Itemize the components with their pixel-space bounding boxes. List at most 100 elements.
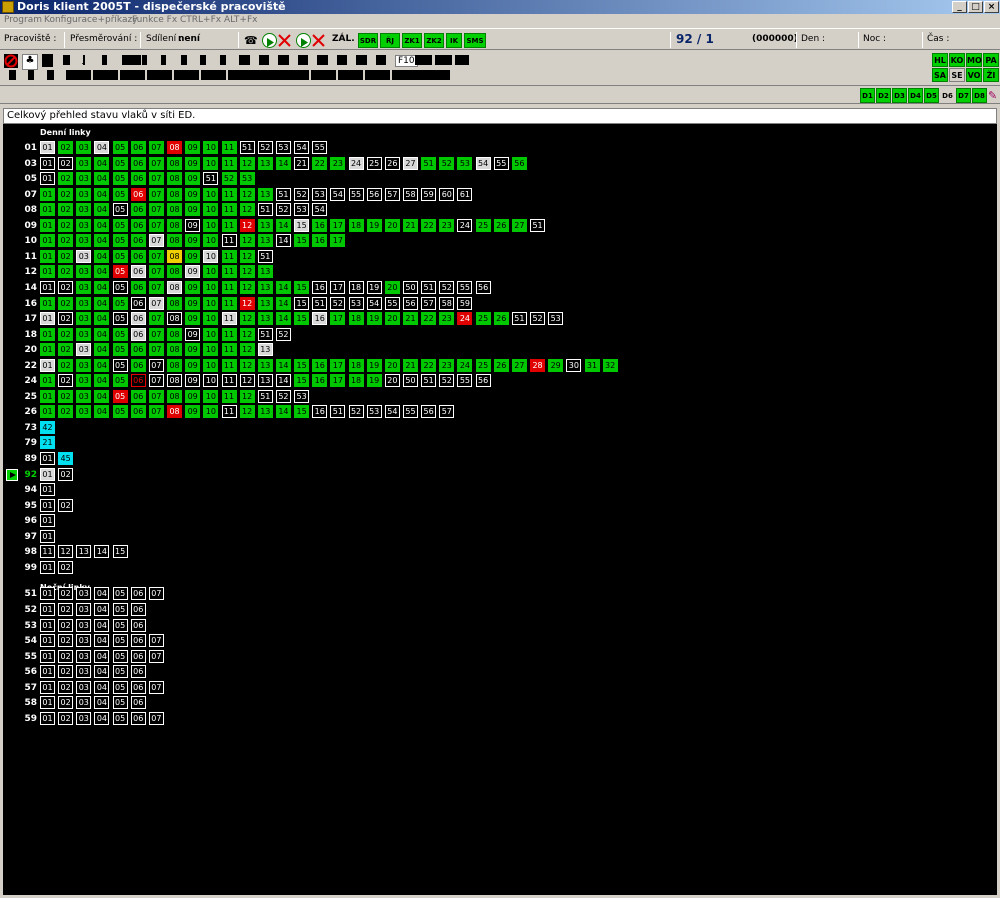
train-cell[interactable]: 58 (439, 296, 455, 310)
train-cell[interactable]: 02 (58, 618, 74, 632)
train-cell[interactable]: 05 (112, 327, 128, 341)
train-cell[interactable]: 45 (58, 452, 74, 465)
fkey-c-f7[interactable]: C+F7 (147, 70, 172, 80)
train-cell[interactable]: 14 (275, 234, 291, 248)
fkey-a-f8[interactable]: A+F8 (338, 70, 363, 80)
train-cell[interactable]: 05 (112, 374, 128, 388)
train-cell[interactable]: 05 (112, 665, 128, 679)
train-cell[interactable]: 12 (239, 389, 255, 403)
train-cell[interactable]: 05 (112, 265, 128, 279)
train-cell[interactable]: 52 (257, 141, 273, 154)
fkey-c[interactable]: C (28, 70, 35, 80)
phone-icon[interactable]: ☎ (244, 33, 259, 48)
train-cell[interactable]: 06 (130, 634, 146, 648)
train-cell[interactable]: 26 (493, 218, 509, 232)
train-cell[interactable]: 17 (330, 312, 346, 326)
train-cell[interactable]: 04 (94, 265, 110, 279)
train-cell[interactable]: 01 (40, 602, 55, 616)
train-cell[interactable]: 05 (112, 280, 128, 294)
train-cell[interactable]: 51 (421, 374, 437, 388)
cancel-call-2-icon[interactable] (311, 33, 326, 48)
train-cell[interactable]: 10 (203, 141, 219, 154)
train-cell[interactable]: 51 (312, 296, 328, 310)
train-cell[interactable]: 22 (421, 358, 437, 372)
train-cell[interactable]: 51 (257, 389, 273, 403)
train-cell[interactable]: 02 (58, 327, 74, 341)
train-cell[interactable]: 26 (493, 312, 509, 326)
train-cell[interactable]: 02 (58, 665, 74, 679)
train-cell[interactable]: 07 (148, 680, 164, 694)
train-cell[interactable]: 04 (94, 203, 110, 217)
train-cell[interactable]: 03 (76, 696, 92, 710)
train-cell[interactable]: 07 (148, 141, 164, 154)
train-cell[interactable]: 18 (348, 218, 364, 232)
train-cell[interactable]: 11 (221, 249, 237, 263)
train-cell[interactable]: 05 (112, 696, 128, 710)
train-cell[interactable]: 17 (330, 218, 346, 232)
fkey-f11[interactable]: F11 (415, 55, 432, 65)
train-cell[interactable]: 02 (58, 696, 74, 710)
train-cell[interactable]: 09 (185, 405, 201, 419)
train-cell[interactable]: 06 (130, 234, 146, 248)
train-cell[interactable]: 10 (203, 343, 219, 357)
edit-pencil-icon[interactable]: ✎ (988, 89, 1000, 103)
line-number[interactable]: 25 (7, 390, 37, 404)
train-cell[interactable]: 08 (167, 249, 183, 263)
train-cell[interactable]: 06 (130, 141, 146, 154)
train-cell[interactable]: 53 (457, 156, 473, 170)
train-cell[interactable]: 03 (76, 358, 92, 372)
train-cell[interactable]: 03 (76, 141, 92, 154)
train-cell[interactable]: 26 (493, 358, 509, 372)
train-cell[interactable]: 55 (493, 156, 509, 170)
train-cell[interactable]: 03 (76, 249, 92, 263)
train-cell[interactable]: 06 (130, 156, 146, 170)
train-cell[interactable]: 05 (112, 389, 128, 403)
train-cell[interactable]: 02 (58, 389, 74, 403)
train-cell[interactable]: 29 (548, 358, 564, 372)
train-cell[interactable]: 53 (239, 172, 255, 186)
train-cell[interactable]: 04 (94, 343, 110, 357)
train-cell[interactable]: 07 (148, 218, 164, 232)
train-cell[interactable]: 52 (439, 280, 455, 294)
fkey-a-f9[interactable]: A+F9 (365, 70, 390, 80)
train-cell[interactable]: 16 (312, 374, 328, 388)
train-cell[interactable]: 01 (40, 483, 55, 497)
train-cell[interactable]: 12 (239, 327, 255, 341)
train-cell[interactable]: 59 (457, 296, 473, 310)
train-cell[interactable]: 05 (112, 312, 128, 326)
train-cell[interactable]: 09 (185, 156, 201, 170)
train-cell[interactable]: 54 (330, 187, 346, 201)
train-cell[interactable]: 02 (58, 343, 74, 357)
train-cell[interactable]: 30 (566, 358, 582, 372)
train-cell[interactable]: 23 (330, 156, 346, 170)
fkey-f7[interactable]: F7 (336, 55, 348, 65)
fkey-z[interactable]: Z (219, 55, 226, 65)
fkey-c-f12[interactable]: C+F12 (256, 70, 287, 80)
menu-ctrl-fx[interactable]: CTRL+Fx (180, 15, 221, 25)
train-cell[interactable]: 20 (384, 218, 400, 232)
fkey-e[interactable]: E (141, 55, 148, 65)
train-cell[interactable]: 11 (221, 312, 237, 326)
train-cell[interactable]: 04 (94, 280, 110, 294)
fkey-f5[interactable]: F5 (297, 55, 309, 65)
train-cell[interactable]: 04 (94, 696, 110, 710)
train-cell[interactable]: 05 (112, 218, 128, 232)
train-cell[interactable]: 01 (40, 560, 55, 574)
train-cell[interactable]: 09 (185, 187, 201, 201)
train-cell[interactable]: 03 (76, 602, 92, 616)
train-cell[interactable]: 02 (58, 296, 74, 310)
train-cell[interactable]: 31 (584, 358, 600, 372)
train-cell[interactable]: 04 (94, 358, 110, 372)
train-cell[interactable]: 24 (457, 358, 473, 372)
train-cell[interactable]: 08 (167, 234, 183, 248)
train-cell[interactable]: 13 (257, 280, 273, 294)
train-cell[interactable]: 21 (403, 358, 418, 372)
train-cell[interactable]: 04 (94, 649, 110, 663)
train-cell[interactable]: 04 (94, 156, 110, 170)
rj-button[interactable]: ŘJ (380, 33, 400, 48)
menu-funkce-fx[interactable]: Funkce Fx (132, 15, 177, 25)
fkey-a-f7[interactable]: A+F7 (311, 70, 336, 80)
train-cell[interactable]: 06 (130, 602, 146, 616)
train-cell[interactable]: 51 (239, 141, 255, 154)
train-cell[interactable]: 07 (148, 296, 164, 310)
